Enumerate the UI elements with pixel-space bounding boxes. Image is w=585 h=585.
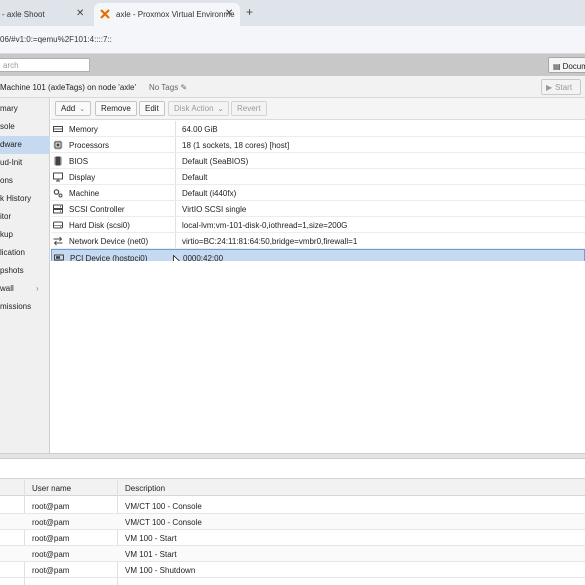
column-header-user[interactable]: User name — [32, 484, 71, 493]
nav-item-firewall[interactable]: wall › — [0, 280, 50, 298]
new-tab-icon[interactable]: + — [246, 5, 253, 19]
edit-button[interactable]: Edit — [139, 101, 165, 116]
hardware-row-memory[interactable]: Memory 64.00 GiB — [51, 121, 585, 137]
cpu-icon — [53, 140, 63, 150]
pve-header: arch ▤ Docum — [0, 54, 585, 76]
bios-icon — [54, 156, 62, 166]
scsi-icon — [53, 204, 63, 214]
close-icon[interactable]: ✕ — [76, 8, 84, 19]
start-label: Start — [555, 82, 573, 92]
display-icon — [53, 172, 63, 182]
hardware-toolbar: Add ⌄ Remove Edit Disk Action ⌄ Revert — [51, 98, 585, 120]
chevron-right-icon: › — [36, 284, 39, 293]
panel-splitter[interactable] — [0, 453, 585, 459]
task-row[interactable]: root@pam VM/CT 100 - Console — [0, 514, 585, 530]
nav-item-task-history[interactable]: k History — [0, 190, 50, 208]
nav-item-summary[interactable]: mary — [0, 100, 50, 118]
hardware-row-machine[interactable]: Machine Default (i440fx) — [51, 185, 585, 201]
documentation-button[interactable]: ▤ Docum — [548, 57, 585, 73]
nav-item-hardware[interactable]: dware — [0, 136, 50, 154]
browser-tab-2[interactable]: axle - Proxmox Virtual Environme ✕ — [94, 3, 240, 26]
pencil-icon[interactable]: ✎ — [180, 83, 187, 92]
task-row[interactable]: root@pam VM 100 - Start — [0, 530, 585, 546]
tab-title: - axle Shoot — [2, 10, 45, 19]
hardware-row-scsi-controller[interactable]: SCSI Controller VirtIO SCSI single — [51, 201, 585, 217]
search-input[interactable]: arch — [0, 58, 90, 72]
start-button[interactable]: ▶ Start — [541, 79, 581, 95]
hardware-row-processors[interactable]: Processors 18 (1 sockets, 18 cores) [hos… — [51, 137, 585, 153]
nav-item-console[interactable]: sole — [0, 118, 50, 136]
nav-item-permissions[interactable]: missions — [0, 298, 50, 316]
task-log-header: User name Description — [0, 478, 585, 496]
documentation-label: Docum — [562, 61, 585, 71]
grid-empty-area — [51, 261, 585, 453]
nav-item-snapshots[interactable]: pshots — [0, 262, 50, 280]
vm-config-nav: mary sole dware ud-Init ons k History it… — [0, 98, 50, 453]
chevron-down-icon: ⌄ — [217, 105, 224, 113]
nav-item-monitor[interactable]: itor — [0, 208, 50, 226]
task-row[interactable]: root@pam VM 101 - Start — [0, 546, 585, 562]
harddisk-icon — [53, 221, 63, 229]
remove-button[interactable]: Remove — [95, 101, 137, 116]
hardware-row-network-device[interactable]: Network Device (net0) virtio=BC:24:11:81… — [51, 233, 585, 249]
hardware-row-display[interactable]: Display Default — [51, 169, 585, 185]
hardware-row-hard-disk[interactable]: Hard Disk (scsi0) local-lvm:vm-101-disk-… — [51, 217, 585, 233]
url-text: 06/#v1:0:=qemu%2F101:4::::7:: — [0, 35, 112, 44]
add-button[interactable]: Add ⌄ — [55, 101, 92, 116]
address-bar[interactable]: 06/#v1:0:=qemu%2F101:4::::7:: — [0, 26, 585, 54]
hardware-row-bios[interactable]: BIOS Default (SeaBIOS) — [51, 153, 585, 169]
nav-item-options[interactable]: ons — [0, 172, 50, 190]
play-icon: ▶ — [546, 82, 553, 92]
task-row[interactable]: root@pam VM/CT 100 - Console — [0, 498, 585, 514]
vm-title: Machine 101 (axleTags) on node 'axle' — [0, 83, 137, 92]
tab-title: axle - Proxmox Virtual Environme — [116, 10, 235, 19]
task-log-panel: User name Description root@pam VM/CT 100… — [0, 460, 585, 585]
proxmox-logo-icon — [100, 9, 110, 19]
browser-tabstrip: - axle Shoot ✕ axle - Proxmox Virtual En… — [0, 0, 585, 26]
vm-title-bar: Machine 101 (axleTags) on node 'axle' No… — [0, 76, 585, 98]
tags-label: No Tags — [149, 83, 179, 92]
nav-item-replication[interactable]: lication — [0, 244, 50, 262]
nav-item-backup[interactable]: kup — [0, 226, 50, 244]
revert-button[interactable]: Revert — [231, 101, 267, 116]
browser-tab-1[interactable]: - axle Shoot ✕ — [0, 3, 90, 26]
column-header-description[interactable]: Description — [125, 484, 165, 493]
network-icon — [53, 236, 63, 246]
book-icon: ▤ — [553, 61, 561, 71]
task-row[interactable]: root@pam VM 100 - Shutdown — [0, 562, 585, 578]
disk-action-button[interactable]: Disk Action ⌄ — [168, 101, 230, 116]
close-icon[interactable]: ✕ — [225, 8, 233, 19]
machine-icon — [53, 189, 63, 198]
chevron-down-icon: ⌄ — [79, 105, 86, 113]
tags-area[interactable]: No Tags ✎ — [149, 83, 187, 92]
nav-item-cloud-init[interactable]: ud-Init — [0, 154, 50, 172]
memory-icon — [53, 126, 63, 132]
